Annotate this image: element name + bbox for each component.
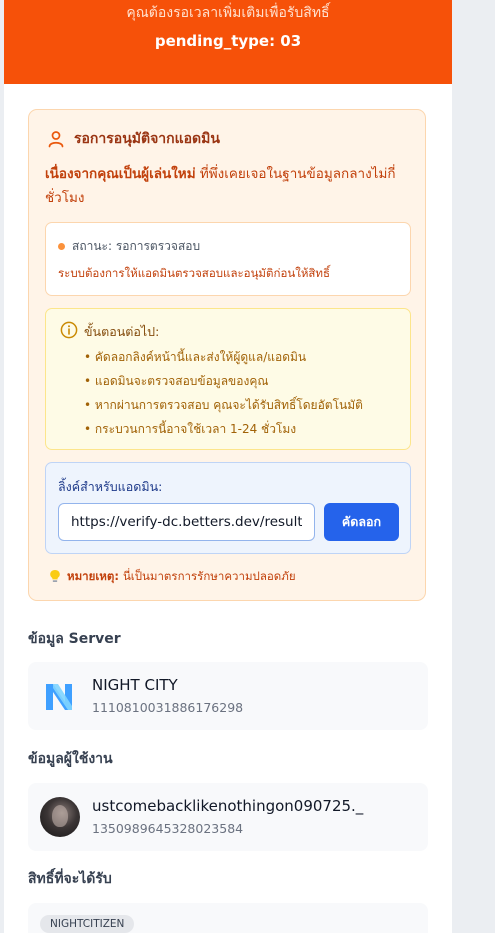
next-steps-list: คัดลอกลิงค์หน้านี้และส่งให้ผู้ดูแล/แอดมิ…	[84, 345, 363, 441]
avatar	[40, 797, 80, 837]
status-box: สถานะ: รอการตรวจสอบ ระบบต้องการให้แอดมิน…	[45, 222, 411, 296]
user-name: ustcomebacklikenothingon090725._	[92, 797, 364, 815]
admin-link-input[interactable]	[58, 503, 315, 541]
status-dot	[58, 243, 65, 250]
alert-description: เนื่องจากคุณเป็นผู้เล่นใหม่ ที่พึ่งเคยเจ…	[45, 162, 413, 210]
status-description: ระบบต้องการให้แอดมินตรวจสอบและอนุมัติก่อ…	[58, 266, 331, 280]
lightbulb-icon	[49, 569, 61, 586]
admin-approval-alert: รอการอนุมัติจากแอดมิน เนื่องจากคุณเป็นผู…	[28, 109, 426, 601]
note-label: หมายเหตุ:	[67, 569, 119, 583]
info-icon	[60, 321, 78, 343]
server-id: 1110810031886176298	[92, 700, 244, 715]
alert-description-bold: เนื่องจากคุณเป็นผู้เล่นใหม่	[45, 166, 196, 182]
user-id: 1350989645328023584	[92, 821, 244, 836]
admin-link-box: ลิ้งค์สำหรับแอดมิน: คัดลอก	[45, 462, 411, 554]
list-item: หากผ่านการตรวจสอบ คุณจะได้รับสิทธิ์โดยอั…	[84, 393, 363, 417]
alert-header: รอการอนุมัติจากแอดมิน	[47, 128, 220, 150]
pending-type-label: pending_type: 03	[154, 32, 302, 50]
user-info-card: ustcomebacklikenothingon090725._ 1350989…	[28, 783, 428, 851]
server-section-title: ข้อมูล Server	[28, 631, 121, 647]
role-chip: NIGHTCITIZEN	[40, 915, 135, 933]
roles-card: NIGHTCITIZEN	[28, 903, 428, 933]
copy-button[interactable]: คัดลอก	[324, 503, 399, 541]
list-item: แอดมินจะตรวจสอบข้อมูลของคุณ	[84, 369, 363, 393]
list-item: กระบวนการนี้อาจใช้เวลา 1-24 ชั่วโมง	[84, 417, 363, 441]
status-banner: คุณต้องรอเวลาเพิ่มเติมเพื่อรับสิทธิ์ pen…	[4, 0, 452, 84]
note-text: นี่เป็นมาตรการรักษาความปลอดภัย	[122, 569, 296, 583]
verification-card: คุณต้องรอเวลาเพิ่มเติมเพื่อรับสิทธิ์ pen…	[4, 0, 452, 933]
next-steps-box: ขั้นตอนต่อไป: คัดลอกลิงค์หน้านี้และส่งให…	[45, 308, 411, 450]
next-steps-header: ขั้นตอนต่อไป:	[60, 321, 159, 343]
user-icon	[47, 130, 65, 148]
list-item: คัดลอกลิงค์หน้านี้และส่งให้ผู้ดูแล/แอดมิ…	[84, 345, 363, 369]
server-info-card: NIGHT CITY 1110810031886176298	[28, 662, 428, 730]
banner-subtitle: คุณต้องรอเวลาเพิ่มเติมเพื่อรับสิทธิ์	[126, 5, 330, 21]
security-note: หมายเหตุ: นี่เป็นมาตรการรักษาความปลอดภัย	[49, 568, 296, 586]
user-section-title: ข้อมูลผู้ใช้งาน	[28, 751, 113, 767]
admin-link-label: ลิ้งค์สำหรับแอดมิน:	[58, 479, 163, 494]
status-label: สถานะ: รอการตรวจสอบ	[72, 239, 201, 253]
alert-title: รอการอนุมัติจากแอดมิน	[74, 131, 220, 147]
status-line: สถานะ: รอการตรวจสอบ	[58, 237, 200, 256]
server-logo-icon	[40, 676, 80, 716]
next-steps-title: ขั้นตอนต่อไป:	[84, 324, 160, 339]
server-name: NIGHT CITY	[92, 676, 178, 694]
roles-section-title: สิทธิ์ที่จะได้รับ	[28, 871, 112, 887]
